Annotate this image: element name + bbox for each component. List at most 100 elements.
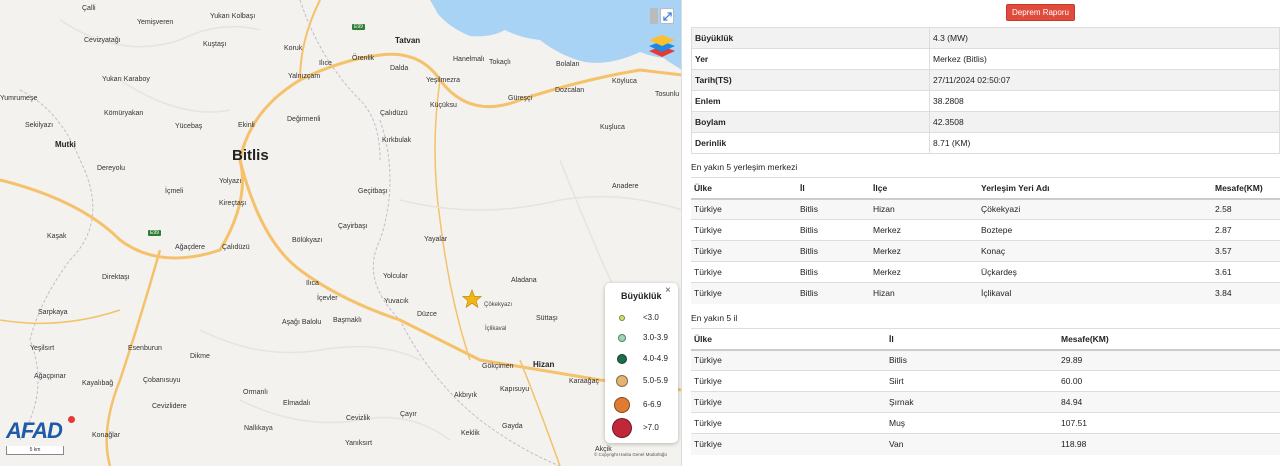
table-cell: Hizan xyxy=(870,198,978,220)
table-row: Türkiye Muş 107.51 xyxy=(691,412,1280,434)
table-cell: Konaç xyxy=(978,240,1212,262)
nearest-settlements-table: Ülke İl İlçe Yerleşim Yeri Adı Mesafe(KM… xyxy=(691,177,1280,304)
table-cell: 118.98 xyxy=(1058,433,1280,455)
map-label: Yücebaş xyxy=(175,123,203,130)
map-label: Başmaklı xyxy=(333,317,362,324)
table-cell: Çökekyazi xyxy=(978,198,1212,220)
map-view[interactable]: E99 E99 Bitlis Tatvan Hizan Mutki Çalli … xyxy=(0,0,682,466)
map-label: Yayalar xyxy=(424,236,448,243)
earthquake-details-table: Büyüklük 4.3 (MW) Yer Merkez (Bitlis) Ta… xyxy=(691,27,1280,154)
epicenter-star-icon[interactable] xyxy=(462,289,482,309)
table-row: Türkiye Bitlis 29.89 xyxy=(691,349,1280,371)
table-cell: Türkiye xyxy=(691,349,886,371)
map-label: Süttaşı xyxy=(536,315,558,322)
map-label: Ilıca xyxy=(306,280,319,287)
detail-value: 8.71 (KM) xyxy=(929,132,1280,154)
legend-item: 6-6.9 xyxy=(605,395,678,415)
map-label: Çayirbaşı xyxy=(338,223,368,230)
map-label-tatvan: Tatvan xyxy=(395,36,421,45)
map-label: Konağlar xyxy=(92,432,121,439)
map-label: Bölükyazı xyxy=(292,237,323,244)
detail-value: Merkez (Bitlis) xyxy=(929,48,1280,70)
legend-label: <3.0 xyxy=(643,313,659,322)
map-label: Çökekyazı xyxy=(484,302,513,308)
table-cell: Siirt xyxy=(886,370,1058,392)
table-cell: Türkiye xyxy=(691,370,886,392)
map-label: Yuvacık xyxy=(384,298,409,305)
table-cell: Türkiye xyxy=(691,391,886,413)
map-label: Yanıksırt xyxy=(345,440,373,447)
map-label: Yolyazı xyxy=(219,178,242,185)
legend-label: 4.0-4.9 xyxy=(643,354,668,363)
table-row: Türkiye Şırnak 84.94 xyxy=(691,391,1280,413)
legend-item: 5.0-5.9 xyxy=(605,371,678,391)
table-cell: Muş xyxy=(886,412,1058,434)
table-cell: Türkiye xyxy=(691,282,797,304)
map-label: Cevizyatağı xyxy=(84,37,121,44)
legend-dot xyxy=(616,375,628,387)
table-cell: Şırnak xyxy=(886,391,1058,413)
table-cell: 2.58 xyxy=(1212,198,1280,220)
table-row: Türkiye Bitlis Hizan Çökekyazi 2.58 xyxy=(691,198,1280,220)
map-label: Hanelmalı xyxy=(453,56,485,63)
map-label: Ekinli xyxy=(238,122,255,129)
table-row: Türkiye Bitlis Merkez Üçkardeş 3.61 xyxy=(691,261,1280,283)
legend-label: 5.0-5.9 xyxy=(643,376,668,385)
map-label: Yalnızçam xyxy=(288,73,321,80)
map-label: Çobanısuyu xyxy=(143,377,181,384)
map-label: Ağaçdere xyxy=(175,244,205,251)
map-label: Elmadalı xyxy=(283,400,311,407)
detail-row-magnitude: Büyüklük 4.3 (MW) xyxy=(691,27,1280,49)
detail-value: 4.3 (MW) xyxy=(929,27,1280,49)
map-label: Nallıkaya xyxy=(244,425,273,432)
road-shield-e99: E99 xyxy=(352,24,365,30)
map-label-bitlis: Bitlis xyxy=(232,147,269,164)
map-label: Akbıyık xyxy=(454,392,477,399)
map-label: Dalda xyxy=(390,65,409,72)
map-basemap xyxy=(0,0,681,466)
map-label: Yukarı Kolbaşı xyxy=(210,13,256,20)
magnitude-legend: Büyüklük × <3.0 3.0-3.9 4.0-4.9 5.0-5.9 … xyxy=(605,283,678,443)
map-label: Kaşak xyxy=(47,233,67,240)
map-label: Kömüryakan xyxy=(104,110,144,117)
map-collapse-handle[interactable] xyxy=(650,8,658,24)
legend-item: >7.0 xyxy=(605,418,678,438)
nearest-provinces-table: Ülke İl Mesafe(KM) Türkiye Bitlis 29.89 … xyxy=(691,328,1280,455)
map-label: Yukarı Karaboy xyxy=(102,76,150,83)
detail-value: 42.3508 xyxy=(929,111,1280,133)
map-label: İçevler xyxy=(317,295,338,302)
table-cell: Boztepe xyxy=(978,219,1212,241)
table-cell: Bitlis xyxy=(797,261,870,283)
table-cell: Türkiye xyxy=(691,261,797,283)
nearest-provinces-title: En yakın 5 il xyxy=(691,313,738,323)
table-cell: 3.61 xyxy=(1212,261,1280,283)
map-label-hizan: Hizan xyxy=(533,360,555,369)
legend-dot xyxy=(619,315,625,321)
expand-icon xyxy=(662,11,672,21)
map-label: Geçitbaşı xyxy=(358,188,388,195)
table-cell: Bitlis xyxy=(797,282,870,304)
map-label: Örenlik xyxy=(352,55,375,62)
map-label: Dereyolu xyxy=(97,165,126,172)
map-label: Anadere xyxy=(612,183,639,190)
map-label: Karaağaç xyxy=(569,378,599,385)
table-cell: Türkiye xyxy=(691,412,886,434)
legend-close-button[interactable]: × xyxy=(665,285,671,296)
fullscreen-button[interactable] xyxy=(660,8,674,24)
table-row: Türkiye Bitlis Hizan İçlikaval 3.84 xyxy=(691,282,1280,304)
map-label: Sarpkaya xyxy=(38,309,68,316)
map-label: Köyluca xyxy=(612,78,637,85)
map-label: Ilıce xyxy=(319,60,332,67)
nearest-settlements-title: En yakın 5 yerleşim merkezi xyxy=(691,162,798,172)
map-label: Gökçimen xyxy=(482,363,514,370)
map-label: Kayalıbağ xyxy=(82,380,114,387)
earthquake-report-button[interactable]: Deprem Raporu xyxy=(1006,4,1075,21)
table-cell: Hizan xyxy=(870,282,978,304)
layers-icon[interactable] xyxy=(648,32,676,58)
table-cell: Bitlis xyxy=(797,198,870,220)
table-cell: 60.00 xyxy=(1058,370,1280,392)
map-label: Cevizlidere xyxy=(152,403,187,410)
column-header: Ülke xyxy=(691,328,886,351)
map-label: Küçüksu xyxy=(430,102,457,109)
table-cell: Van xyxy=(886,433,1058,455)
